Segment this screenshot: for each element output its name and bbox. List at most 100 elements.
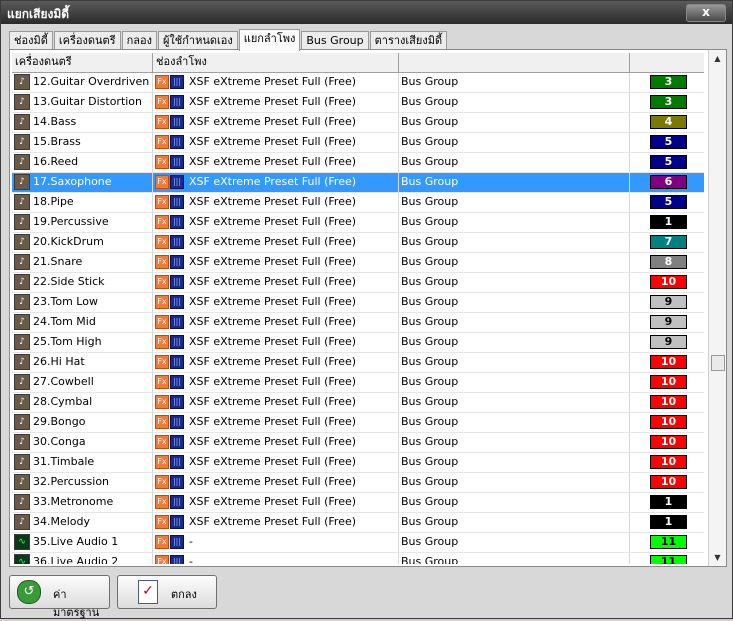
table-row[interactable]: ♪ 19.Percussive Fx ||| XSF eXtreme Preset Fu… <box>12 213 704 233</box>
speaker-cell[interactable]: Fx ||| XSF eXtreme Preset Full (Free) <box>153 153 399 172</box>
fx-icon[interactable]: Fx <box>155 375 169 389</box>
ok-button[interactable]: ✓ ตกลง <box>117 575 217 609</box>
fx-icon[interactable]: Fx <box>155 195 169 209</box>
default-button[interactable]: ↺ ค่ามาตรฐาน <box>9 575 110 619</box>
bus-cell[interactable]: Bus Group <box>399 233 630 252</box>
speaker-cell[interactable]: Fx ||| XSF eXtreme Preset Full (Free) <box>153 413 399 432</box>
channel-cell[interactable]: 10 <box>630 473 704 492</box>
instrument-cell[interactable]: ♪ 23.Tom Low <box>12 293 153 312</box>
table-row[interactable]: ♪ 26.Hi Hat Fx ||| XSF eXtreme Preset Full (… <box>12 353 704 373</box>
instrument-cell[interactable]: ♪ 16.Reed <box>12 153 153 172</box>
fx-icon[interactable]: Fx <box>155 455 169 469</box>
mixer-icon[interactable]: ||| <box>170 115 184 129</box>
speaker-cell[interactable]: Fx ||| XSF eXtreme Preset Full (Free) <box>153 433 399 452</box>
bus-cell[interactable]: Bus Group <box>399 433 630 452</box>
instrument-cell[interactable]: ♪ 18.Pipe <box>12 193 153 212</box>
speaker-cell[interactable]: Fx ||| XSF eXtreme Preset Full (Free) <box>153 213 399 232</box>
speaker-cell[interactable]: Fx ||| XSF eXtreme Preset Full (Free) <box>153 73 399 92</box>
fx-icon[interactable]: Fx <box>155 535 169 549</box>
instrument-cell[interactable]: ♪ 33.Metronome <box>12 493 153 512</box>
speaker-cell[interactable]: Fx ||| XSF eXtreme Preset Full (Free) <box>153 313 399 332</box>
instrument-cell[interactable]: ♪ 14.Bass <box>12 113 153 132</box>
fx-icon[interactable]: Fx <box>155 515 169 529</box>
speaker-cell[interactable]: Fx ||| XSF eXtreme Preset Full (Free) <box>153 453 399 472</box>
channel-cell[interactable]: 11 <box>630 533 704 552</box>
speaker-cell[interactable]: Fx ||| XSF eXtreme Preset Full (Free) <box>153 113 399 132</box>
fx-icon[interactable]: Fx <box>155 255 169 269</box>
table-row[interactable]: ♪ 30.Conga Fx ||| XSF eXtreme Preset Full (F… <box>12 433 704 453</box>
mixer-icon[interactable]: ||| <box>170 135 184 149</box>
channel-cell[interactable]: 6 <box>630 173 704 192</box>
bus-cell[interactable]: Bus Group <box>399 133 630 152</box>
instrument-cell[interactable]: ♪ 12.Guitar Overdriven <box>12 73 153 92</box>
fx-icon[interactable]: Fx <box>155 335 169 349</box>
bus-cell[interactable]: Bus Group <box>399 113 630 132</box>
instrument-cell[interactable]: ♪ 20.KickDrum <box>12 233 153 252</box>
mixer-icon[interactable]: ||| <box>170 255 184 269</box>
scroll-down-arrow-icon[interactable]: ▼ <box>709 549 726 566</box>
channel-cell[interactable]: 1 <box>630 513 704 532</box>
bus-cell[interactable]: Bus Group <box>399 333 630 352</box>
column-header-channel[interactable] <box>630 53 704 72</box>
bus-cell[interactable]: Bus Group <box>399 473 630 492</box>
channel-cell[interactable]: 10 <box>630 353 704 372</box>
fx-icon[interactable]: Fx <box>155 555 169 564</box>
table-row[interactable]: ♪ 21.Snare Fx ||| XSF eXtreme Preset Full (F… <box>12 253 704 273</box>
tab-6[interactable]: ตารางเสียงมิดี้ <box>369 31 448 50</box>
table-row[interactable]: ♪ 14.Bass Fx ||| XSF eXtreme Preset Full (Fr… <box>12 113 704 133</box>
speaker-cell[interactable]: Fx ||| XSF eXtreme Preset Full (Free) <box>153 133 399 152</box>
channel-cell[interactable]: 7 <box>630 233 704 252</box>
bus-cell[interactable]: Bus Group <box>399 553 630 564</box>
bus-cell[interactable]: Bus Group <box>399 413 630 432</box>
fx-icon[interactable]: Fx <box>155 115 169 129</box>
channel-cell[interactable]: 9 <box>630 293 704 312</box>
instrument-cell[interactable]: ♪ 34.Melody <box>12 513 153 532</box>
scroll-up-arrow-icon[interactable]: ▲ <box>709 50 726 67</box>
channel-cell[interactable]: 10 <box>630 413 704 432</box>
channel-cell[interactable]: 10 <box>630 453 704 472</box>
instrument-cell[interactable]: ♪ 32.Percussion <box>12 473 153 492</box>
bus-cell[interactable]: Bus Group <box>399 193 630 212</box>
channel-cell[interactable]: 3 <box>630 73 704 92</box>
vertical-scrollbar[interactable]: ▲ ▼ <box>708 50 726 566</box>
channel-cell[interactable]: 9 <box>630 313 704 332</box>
channel-cell[interactable]: 10 <box>630 433 704 452</box>
fx-icon[interactable]: Fx <box>155 355 169 369</box>
mixer-icon[interactable]: ||| <box>170 355 184 369</box>
speaker-cell[interactable]: Fx ||| XSF eXtreme Preset Full (Free) <box>153 333 399 352</box>
mixer-icon[interactable]: ||| <box>170 375 184 389</box>
tab-4[interactable]: แยกลำโพง <box>238 29 301 51</box>
instrument-cell[interactable]: ♪ 26.Hi Hat <box>12 353 153 372</box>
bus-cell[interactable]: Bus Group <box>399 393 630 412</box>
fx-icon[interactable]: Fx <box>155 395 169 409</box>
column-header-instrument[interactable]: เครื่องดนตรี <box>12 53 153 72</box>
channel-cell[interactable]: 8 <box>630 253 704 272</box>
mixer-icon[interactable]: ||| <box>170 435 184 449</box>
instrument-cell[interactable]: ♪ 30.Conga <box>12 433 153 452</box>
bus-cell[interactable]: Bus Group <box>399 513 630 532</box>
speaker-cell[interactable]: Fx ||| XSF eXtreme Preset Full (Free) <box>153 493 399 512</box>
bus-cell[interactable]: Bus Group <box>399 173 630 192</box>
bus-cell[interactable]: Bus Group <box>399 493 630 512</box>
speaker-cell[interactable]: Fx ||| XSF eXtreme Preset Full (Free) <box>153 353 399 372</box>
table-row[interactable]: ♪ 28.Cymbal Fx ||| XSF eXtreme Preset Full (… <box>12 393 704 413</box>
mixer-icon[interactable]: ||| <box>170 275 184 289</box>
instrument-cell[interactable]: ♪ 13.Guitar Distortion <box>12 93 153 112</box>
bus-cell[interactable]: Bus Group <box>399 353 630 372</box>
instrument-cell[interactable]: ♪ 15.Brass <box>12 133 153 152</box>
fx-icon[interactable]: Fx <box>155 415 169 429</box>
speaker-cell[interactable]: Fx ||| XSF eXtreme Preset Full (Free) <box>153 193 399 212</box>
tab-5[interactable]: Bus Group <box>301 31 369 50</box>
speaker-cell[interactable]: Fx ||| XSF eXtreme Preset Full (Free) <box>153 393 399 412</box>
instrument-cell[interactable]: ∿ 35.Live Audio 1 <box>12 533 153 552</box>
table-row[interactable]: ♪ 24.Tom Mid Fx ||| XSF eXtreme Preset Full … <box>12 313 704 333</box>
fx-icon[interactable]: Fx <box>155 475 169 489</box>
mixer-icon[interactable]: ||| <box>170 75 184 89</box>
channel-cell[interactable]: 1 <box>630 213 704 232</box>
fx-icon[interactable]: Fx <box>155 315 169 329</box>
channel-cell[interactable]: 10 <box>630 373 704 392</box>
channel-cell[interactable]: 11 <box>630 553 704 564</box>
mixer-icon[interactable]: ||| <box>170 335 184 349</box>
tab-1[interactable]: เครื่องดนตรี <box>53 31 121 50</box>
table-row[interactable]: ♪ 20.KickDrum Fx ||| XSF eXtreme Preset Full… <box>12 233 704 253</box>
